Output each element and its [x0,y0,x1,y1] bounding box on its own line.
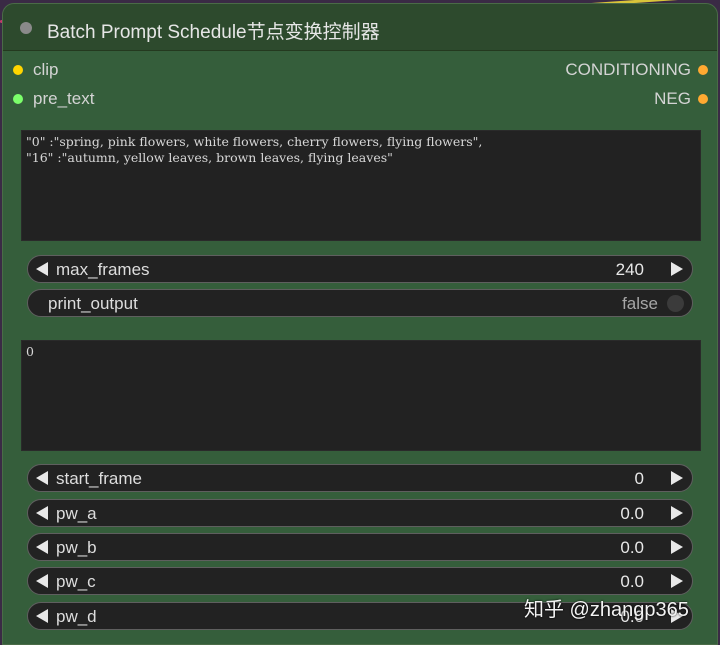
pw-b-label: pw_b [56,538,97,557]
print-output-value: false [622,294,658,313]
max-frames-value: 240 [615,260,644,279]
pw-c-widget[interactable]: pw_c 0.0 [27,567,693,595]
prompt-text-area[interactable]: "0" :"spring, pink flowers, white flower… [21,130,701,241]
input-slot-clip[interactable]: clip [13,59,59,81]
print-output-label: print_output [48,294,138,313]
start-frame-widget[interactable]: start_frame 0 [27,464,693,492]
start-frame-value: 0 [634,469,644,488]
increment-arrow-icon[interactable] [671,506,683,520]
output-label-neg: NEG [654,89,691,108]
pw-a-label: pw_a [56,504,97,523]
decrement-arrow-icon[interactable] [36,262,48,276]
pre-text-area[interactable]: 0 [21,340,701,451]
node-header[interactable]: Batch Prompt Schedule节点变换控制器 [3,4,717,51]
slot-dot-icon [13,94,23,104]
toggle-knob-icon [667,295,684,312]
pw-c-value: 0.0 [620,572,644,591]
increment-arrow-icon[interactable] [671,540,683,554]
max-frames-label: max_frames [56,260,150,279]
input-label-clip: clip [33,60,59,79]
pw-b-widget[interactable]: pw_b 0.0 [27,533,693,561]
output-label-conditioning: CONDITIONING [565,60,691,79]
print-output-toggle[interactable]: print_output false [27,289,693,317]
batch-prompt-schedule-node[interactable]: Batch Prompt Schedule节点变换控制器 clip pre_te… [2,3,718,645]
collapse-toggle-icon[interactable] [20,22,32,34]
increment-arrow-icon[interactable] [671,471,683,485]
pw-a-widget[interactable]: pw_a 0.0 [27,499,693,527]
increment-arrow-icon[interactable] [671,574,683,588]
slot-dot-icon [698,94,708,104]
decrement-arrow-icon[interactable] [36,574,48,588]
watermark: 知乎 @zhangp365 [524,599,689,621]
pw-b-value: 0.0 [620,538,644,557]
pw-d-label: pw_d [56,607,97,626]
input-label-pre-text: pre_text [33,89,95,108]
decrement-arrow-icon[interactable] [36,609,48,623]
output-slot-neg[interactable]: NEG [654,88,708,110]
node-title: Batch Prompt Schedule节点变换控制器 [47,22,380,43]
pw-c-label: pw_c [56,572,96,591]
start-frame-label: start_frame [56,469,142,488]
pw-a-value: 0.0 [620,504,644,523]
increment-arrow-icon[interactable] [671,262,683,276]
slot-dot-icon [13,65,23,75]
decrement-arrow-icon[interactable] [36,506,48,520]
decrement-arrow-icon[interactable] [36,471,48,485]
input-slot-pre-text[interactable]: pre_text [13,88,94,110]
output-slot-conditioning[interactable]: CONDITIONING [565,59,708,81]
slot-dot-icon [698,65,708,75]
decrement-arrow-icon[interactable] [36,540,48,554]
max-frames-widget[interactable]: max_frames 240 [27,255,693,283]
